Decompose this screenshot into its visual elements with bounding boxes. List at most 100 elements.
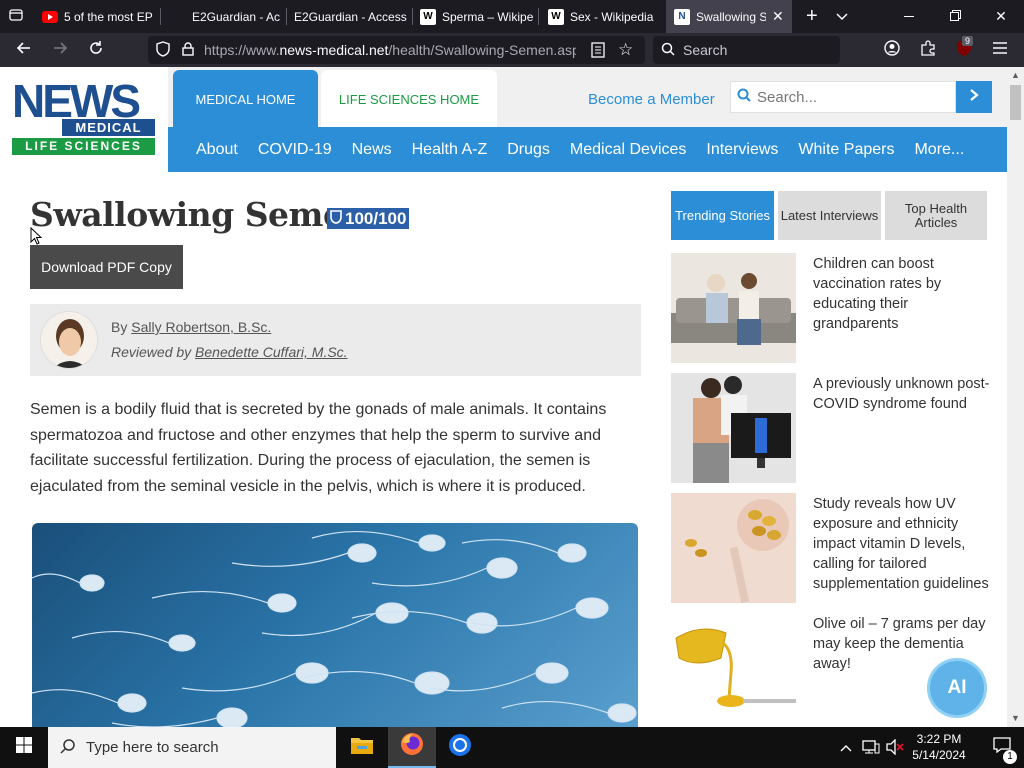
reload-button[interactable] xyxy=(80,33,112,67)
taskbar-search-box[interactable]: Type here to search xyxy=(48,727,336,768)
nav-drugs[interactable]: Drugs xyxy=(507,141,550,159)
article-thumbnail-olive-oil[interactable] xyxy=(671,613,796,723)
article-link[interactable]: A previously unknown post-COVID syndrome… xyxy=(813,374,993,414)
lock-icon[interactable] xyxy=(182,41,194,59)
site-search-input[interactable]: Search... xyxy=(730,81,956,113)
reader-view-icon[interactable] xyxy=(591,42,605,61)
new-tab-button[interactable]: + xyxy=(798,0,822,33)
close-icon: ✕ xyxy=(995,8,1007,24)
nav-interviews[interactable]: Interviews xyxy=(706,141,778,159)
windows-logo-icon xyxy=(16,737,32,758)
main-navigation: About COVID-19 News Health A-Z Drugs Med… xyxy=(168,127,1007,172)
blank-page-icon xyxy=(170,9,186,25)
nav-about[interactable]: About xyxy=(196,141,238,159)
site-search-submit-button[interactable] xyxy=(956,81,992,113)
logo-news-text: NEWS xyxy=(12,75,141,127)
clock-time: 3:22 PM xyxy=(916,732,962,746)
url-prefix: https://www. xyxy=(204,42,280,58)
nav-health-a-z[interactable]: Health A-Z xyxy=(412,141,488,159)
forward-button[interactable] xyxy=(44,33,76,67)
logo-medical-text: MEDICAL xyxy=(62,119,155,136)
nav-white-papers[interactable]: White Papers xyxy=(798,141,894,159)
author-avatar[interactable] xyxy=(40,311,98,369)
news-medical-logo[interactable]: NEWS MEDICAL LIFE SCIENCES xyxy=(12,77,155,157)
puzzle-icon xyxy=(920,39,936,61)
article-link[interactable]: Study reveals how UV exposure and ethnic… xyxy=(813,494,993,594)
tab-life-sciences-home[interactable]: LIFE SCIENCES HOME xyxy=(321,70,497,128)
tab-title: Sperma – Wikipe xyxy=(442,9,534,24)
nav-more[interactable]: More... xyxy=(914,141,964,159)
close-window-button[interactable]: ✕ xyxy=(978,0,1024,33)
tab-medical-home[interactable]: MEDICAL HOME xyxy=(173,70,318,128)
web-page: NEWS MEDICAL LIFE SCIENCES MEDICAL HOME … xyxy=(0,67,1007,727)
extensions-button[interactable] xyxy=(912,33,944,67)
shield-icon[interactable] xyxy=(156,40,170,60)
list-all-tabs-button[interactable] xyxy=(828,0,854,33)
browser-tab-strip: 5 of the most EP E2Guardian - Ac E2Guard… xyxy=(0,0,1024,33)
tab-top-health-articles[interactable]: Top Health Articles xyxy=(885,191,987,240)
ublock-extension-button[interactable]: 9 xyxy=(948,33,980,67)
reload-icon xyxy=(88,40,104,61)
firefox-taskbar-button[interactable] xyxy=(388,727,436,768)
nav-covid-19[interactable]: COVID-19 xyxy=(258,141,332,159)
author-link[interactable]: Sally Robertson, B.Sc. xyxy=(131,319,271,335)
article-thumbnail-grandparents[interactable] xyxy=(671,253,796,363)
bookmark-star-icon[interactable]: ☆ xyxy=(618,40,633,60)
clock[interactable]: 3:22 PM 5/14/2024 xyxy=(906,731,972,763)
nav-news[interactable]: News xyxy=(352,141,392,159)
author-box: By Sally Robertson, B.Sc. Reviewed by Be… xyxy=(30,304,641,376)
download-pdf-button[interactable]: Download PDF Copy xyxy=(30,245,183,289)
search-icon xyxy=(737,88,751,106)
tab-title: Swallowing Se xyxy=(696,9,766,24)
scroll-down-arrow-icon[interactable]: ▼ xyxy=(1011,713,1020,723)
nav-medical-devices[interactable]: Medical Devices xyxy=(570,141,686,159)
tab-youtube[interactable]: 5 of the most EP xyxy=(34,0,158,33)
chevron-up-icon[interactable] xyxy=(840,739,852,757)
news-medical-icon: N xyxy=(674,8,690,25)
back-button[interactable] xyxy=(8,33,40,67)
author-byline: By Sally Robertson, B.Sc. xyxy=(111,319,271,335)
restore-button[interactable] xyxy=(932,0,978,33)
hamburger-menu-icon xyxy=(993,41,1007,59)
browser-app-icon xyxy=(448,733,472,762)
volume-muted-icon[interactable] xyxy=(886,738,904,760)
account-button[interactable] xyxy=(876,33,908,67)
tab-title: Sex - Wikipedia xyxy=(570,9,654,24)
chrome-taskbar-button[interactable] xyxy=(436,727,484,768)
network-icon[interactable] xyxy=(862,739,880,760)
minimize-button[interactable] xyxy=(886,0,932,33)
notifications-button[interactable]: 1 xyxy=(980,727,1024,768)
tab-trending-stories[interactable]: Trending Stories xyxy=(671,191,774,240)
scrollbar-thumb[interactable] xyxy=(1010,85,1021,120)
clock-date: 5/14/2024 xyxy=(912,748,966,762)
close-tab-icon[interactable]: ✕ xyxy=(772,8,784,25)
article-title: Swallowing Semen xyxy=(30,195,367,234)
browser-search-box[interactable]: Search xyxy=(653,36,840,64)
page-scrollbar[interactable]: ▲ ▼ xyxy=(1007,67,1024,727)
article-hero-image xyxy=(32,523,638,727)
scroll-up-arrow-icon[interactable]: ▲ xyxy=(1011,70,1020,80)
article-thumbnail-vitamin-d[interactable] xyxy=(671,493,796,603)
url-text[interactable]: https://www.news-medical.net/health/Swal… xyxy=(204,42,576,58)
tab-latest-interviews[interactable]: Latest Interviews xyxy=(778,191,881,240)
reviewer-link[interactable]: Benedette Cuffari, M.Sc. xyxy=(195,344,348,360)
article-link[interactable]: Children can boost vaccination rates by … xyxy=(813,254,993,334)
become-member-link[interactable]: Become a Member xyxy=(588,91,715,108)
tab-e2guardian-2[interactable]: E2Guardian - Access xyxy=(286,0,412,33)
article-thumbnail-post-covid[interactable] xyxy=(671,373,796,483)
account-icon xyxy=(884,39,900,61)
tab-e2guardian-1[interactable]: E2Guardian - Ac xyxy=(162,0,284,33)
by-prefix: By xyxy=(111,319,128,335)
wikipedia-icon: W xyxy=(420,8,436,25)
start-button[interactable] xyxy=(0,727,48,768)
tab-swallowing-semen-active[interactable]: N Swallowing Se ✕ xyxy=(666,0,792,33)
file-explorer-button[interactable] xyxy=(338,727,386,768)
app-menu-button[interactable] xyxy=(984,33,1016,67)
tab-overview-button[interactable] xyxy=(0,0,34,33)
tab-sex-wikipedia[interactable]: W Sex - Wikipedia xyxy=(540,0,664,33)
tab-sperma-wikipedia[interactable]: W Sperma – Wikipe xyxy=(412,0,536,33)
ai-assistant-button[interactable]: AI xyxy=(927,658,987,718)
notification-count-badge: 1 xyxy=(1003,750,1017,764)
address-bar[interactable]: https://www.news-medical.net/health/Swal… xyxy=(148,36,645,64)
taskbar-search-placeholder: Type here to search xyxy=(86,739,219,756)
